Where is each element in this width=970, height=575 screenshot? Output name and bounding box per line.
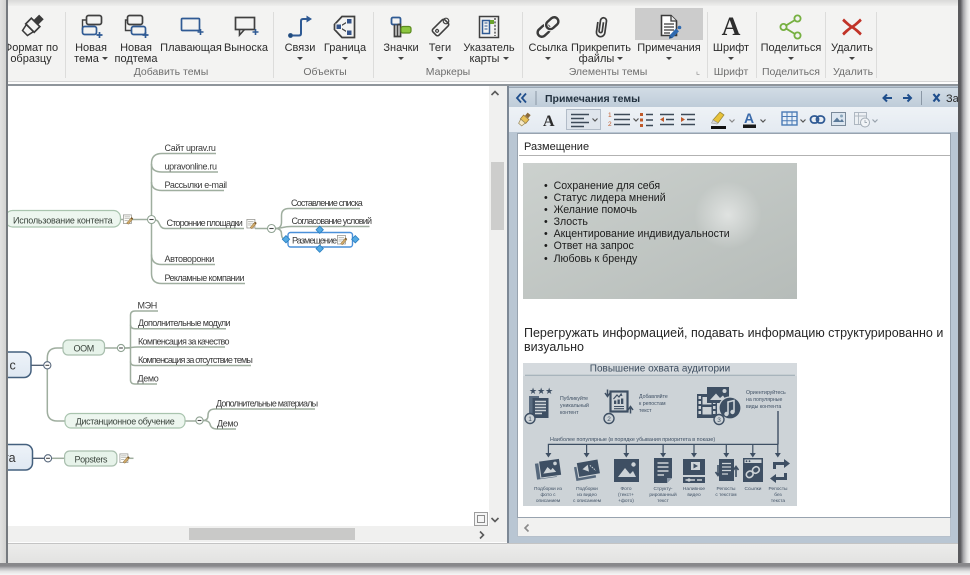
svg-text:Наливное: Наливное <box>683 486 705 492</box>
svg-text:Дополнительные материалы: Дополнительные материалы <box>216 399 318 409</box>
svg-text:Подборки: Подборки <box>576 486 598 492</box>
svg-text:фото с: фото с <box>540 492 556 498</box>
svg-text:Компенсация за отсутствие темы: Компенсация за отсутствие темы <box>138 355 252 365</box>
svg-text:текст: текст <box>657 499 669 504</box>
svg-text:текст: текст <box>639 408 652 414</box>
svg-text:Рекламные компании: Рекламные компании <box>165 273 245 283</box>
svg-text:Фото: Фото <box>620 486 631 492</box>
svg-text:Примечания темы: Примечания темы <box>545 93 640 105</box>
svg-text:Повышение охвата аудитории: Повышение охвата аудитории <box>590 363 730 374</box>
svg-text:A: A <box>744 110 754 126</box>
svg-text:Добавляйте: Добавляйте <box>639 393 668 400</box>
svg-text:Публикуйте: Публикуйте <box>560 395 588 402</box>
svg-text:Рассылки e-mail: Рассылки e-mail <box>165 180 227 190</box>
svg-text:Подборки из: Подборки из <box>534 486 563 492</box>
svg-text:без: без <box>774 492 782 498</box>
svg-text:видео: видео <box>687 493 701 498</box>
svg-text:Popsters: Popsters <box>74 455 108 465</box>
svg-text:2: 2 <box>607 416 611 423</box>
svg-text:с текстом: с текстом <box>715 493 736 498</box>
svg-text:МЭН: МЭН <box>138 301 157 311</box>
svg-text:Компенсация за качество: Компенсация за качество <box>138 337 230 347</box>
svg-text:та: та <box>8 451 16 465</box>
svg-text:Закрыть: Закрыть <box>946 93 958 105</box>
svg-text:Наиболее популярные (в порядке: Наиболее популярные (в порядке убывания … <box>550 437 715 443</box>
svg-text:ООМ: ООМ <box>73 344 93 354</box>
svg-text:из видео: из видео <box>577 493 597 498</box>
svg-text:Дополнительные модули: Дополнительные модули <box>138 318 231 328</box>
svg-text:3: 3 <box>717 417 721 424</box>
svg-text:Сторонние площадки: Сторонние площадки <box>167 218 243 228</box>
svg-text:Ориентируйтесь: Ориентируйтесь <box>746 389 786 396</box>
svg-text:upravonline.ru: upravonline.ru <box>165 162 217 172</box>
svg-text:Репосты: Репосты <box>769 486 789 492</box>
svg-text:1: 1 <box>528 416 532 423</box>
svg-text:текста: текста <box>771 499 786 504</box>
svg-text:Составление списка: Составление списка <box>291 198 363 208</box>
svg-text:Согласование условий: Согласование условий <box>292 216 373 226</box>
svg-text:рированный: рированный <box>649 491 677 498</box>
svg-text:к репостам: к репостам <box>639 401 666 407</box>
svg-text:на популярные: на популярные <box>746 397 782 403</box>
svg-text:виды контента: виды контента <box>746 404 781 410</box>
svg-text:Использование контента: Использование контента <box>13 216 113 226</box>
svg-text:описанием: описанием <box>536 499 560 504</box>
svg-text:Репосты: Репосты <box>717 486 737 492</box>
svg-text:контент: контент <box>560 410 579 416</box>
svg-text:A: A <box>543 113 555 130</box>
svg-text:Демо: Демо <box>217 419 238 429</box>
svg-text:2: 2 <box>608 121 612 128</box>
svg-text:Демо: Демо <box>138 374 159 384</box>
svg-text:(текст+: (текст+ <box>618 492 634 498</box>
svg-text:A: A <box>722 14 741 40</box>
svg-text:Автоворонки: Автоворонки <box>165 254 215 264</box>
svg-text:с: с <box>10 359 16 373</box>
svg-text:Структу-: Структу- <box>653 486 672 492</box>
svg-text:1: 1 <box>608 112 612 119</box>
svg-text:★★★: ★★★ <box>529 386 553 396</box>
svg-text:уникальный: уникальный <box>560 402 589 409</box>
svg-text:Дистанционное обучение: Дистанционное обучение <box>76 417 175 427</box>
svg-text:Размещение: Размещение <box>292 236 337 246</box>
svg-text:с описанием: с описанием <box>573 499 601 504</box>
svg-text:Сайт uprav.ru: Сайт uprav.ru <box>165 143 216 153</box>
svg-text:+фото): +фото) <box>618 498 634 504</box>
svg-text:Ссылки: Ссылки <box>745 486 762 492</box>
